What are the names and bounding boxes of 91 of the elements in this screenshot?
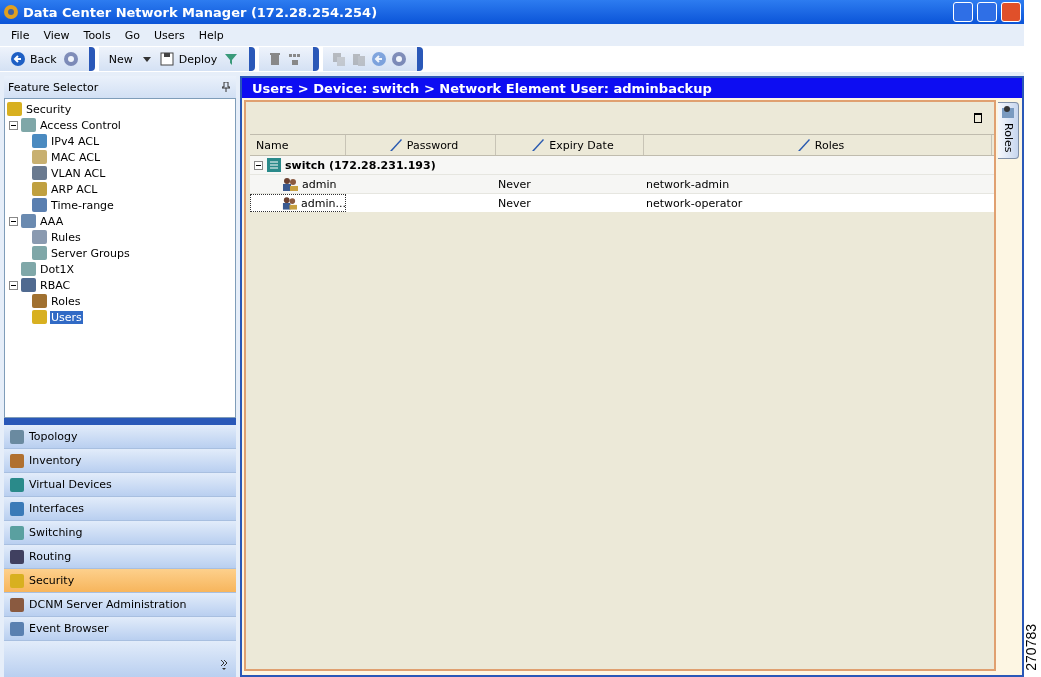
users-icon <box>282 196 298 210</box>
group-label: switch (172.28.231.193) <box>285 158 436 172</box>
tree-item[interactable]: ARP ACL <box>50 182 99 196</box>
nav-button[interactable]: Virtual Devices <box>4 473 236 497</box>
tree-item[interactable]: MAC ACL <box>50 150 102 164</box>
nav-button[interactable]: DCNM Server Administration <box>4 593 236 617</box>
splitter-handle[interactable] <box>4 418 236 425</box>
menu-item[interactable]: File <box>4 28 37 42</box>
pin-icon[interactable] <box>222 82 230 92</box>
nav-icon <box>10 549 24 564</box>
nav-button[interactable]: Switching <box>4 521 236 545</box>
breadcrumb: Users > Device: switch > Network Element User: adminbackup <box>242 78 1022 98</box>
tree-item[interactable]: Time-range <box>50 198 115 212</box>
table-cell[interactable]: admin <box>250 175 346 193</box>
nav-button[interactable]: Security <box>4 569 236 593</box>
column-header[interactable]: Expiry Date <box>496 135 644 155</box>
pen-icon <box>796 138 811 152</box>
chevron-icon[interactable] <box>220 659 228 671</box>
tree-item[interactable]: Rules <box>50 230 82 244</box>
app-logo-icon <box>3 4 19 20</box>
pen-icon <box>531 138 546 152</box>
table-cell[interactable]: admin... <box>250 194 346 212</box>
table-cell-text: network-admin <box>645 176 731 193</box>
nav-icon <box>10 525 24 540</box>
tree-item[interactable]: IPv4 ACL <box>50 134 101 148</box>
tree-node-icon <box>32 310 47 324</box>
tree-node-icon <box>32 182 47 196</box>
tree-node-icon <box>21 262 36 276</box>
toolbar-button[interactable]: Deploy <box>156 50 220 68</box>
column-header[interactable]: Name <box>250 135 346 155</box>
tree-item[interactable]: Users <box>50 310 83 324</box>
nav-icon <box>10 597 24 612</box>
restore-button[interactable] <box>977 2 997 22</box>
tree-node-icon <box>32 246 47 260</box>
tree-node-icon <box>32 294 47 308</box>
nav-button[interactable]: Event Browser <box>4 617 236 641</box>
menu-item[interactable]: View <box>36 28 77 42</box>
tree-item[interactable]: Security <box>25 102 73 116</box>
maximize-icon[interactable] <box>974 113 982 123</box>
menu-item[interactable]: Go <box>117 28 147 42</box>
tree-node-icon <box>32 198 47 212</box>
nav-icon <box>10 477 24 492</box>
collapse-icon[interactable] <box>9 120 18 130</box>
tree-item[interactable]: Roles <box>50 294 82 308</box>
menu-item[interactable]: Tools <box>76 28 118 42</box>
nav-button[interactable]: Inventory <box>4 449 236 473</box>
menu-item[interactable]: Help <box>191 28 231 42</box>
tree-item[interactable]: AAA <box>39 214 65 228</box>
nav-icon <box>10 453 24 468</box>
tree-node-icon <box>32 166 47 180</box>
nav-icon <box>10 429 24 444</box>
tree-item[interactable]: Server Groups <box>50 246 131 260</box>
nav-button[interactable]: Interfaces <box>4 497 236 521</box>
users-icon <box>282 177 298 191</box>
collapse-icon[interactable] <box>9 280 18 290</box>
side-tab[interactable]: Roles <box>998 102 1019 160</box>
column-header[interactable]: Password <box>346 135 496 155</box>
table-cell-text: Never <box>497 195 532 212</box>
tree-node-icon <box>7 102 22 116</box>
nav-button[interactable]: Routing <box>4 545 236 569</box>
close-button[interactable] <box>1001 2 1021 22</box>
nav-icon <box>10 621 24 636</box>
tree-node-icon <box>21 278 36 292</box>
toolbar-button[interactable]: New <box>106 51 153 67</box>
nav-icon <box>10 573 24 588</box>
panel-title: Feature Selector <box>8 80 99 94</box>
nav-icon <box>10 501 24 516</box>
menu-item[interactable]: Users <box>146 28 192 42</box>
collapse-icon[interactable] <box>254 160 263 170</box>
nav-button[interactable]: Topology <box>4 425 236 449</box>
save-icon <box>158 51 175 67</box>
tree-node-icon <box>32 150 47 164</box>
tree-item[interactable]: Access Control <box>39 118 122 132</box>
tree-node-icon <box>21 118 36 132</box>
toolbar-icon[interactable] <box>223 51 240 67</box>
tree-node-icon <box>32 134 47 148</box>
column-header[interactable]: Roles <box>644 135 992 155</box>
caret-icon <box>142 56 151 62</box>
tree-node-icon <box>21 214 36 228</box>
pen-icon <box>388 138 403 152</box>
collapse-icon[interactable] <box>9 216 18 226</box>
tree-node-icon <box>32 230 47 244</box>
figure-number: 270783 <box>1023 624 1039 671</box>
tree-item[interactable]: Dot1X <box>39 262 76 276</box>
window-title: Data Center Network Manager (172.28.254.254) <box>23 4 379 20</box>
roles-icon <box>1001 105 1015 119</box>
tree-item[interactable]: VLAN ACL <box>50 166 107 180</box>
table-cell-text: Never <box>497 176 532 193</box>
minimize-button[interactable] <box>953 2 973 22</box>
tree-item[interactable]: RBAC <box>39 278 72 292</box>
table-cell-text: network-operator <box>645 195 744 212</box>
